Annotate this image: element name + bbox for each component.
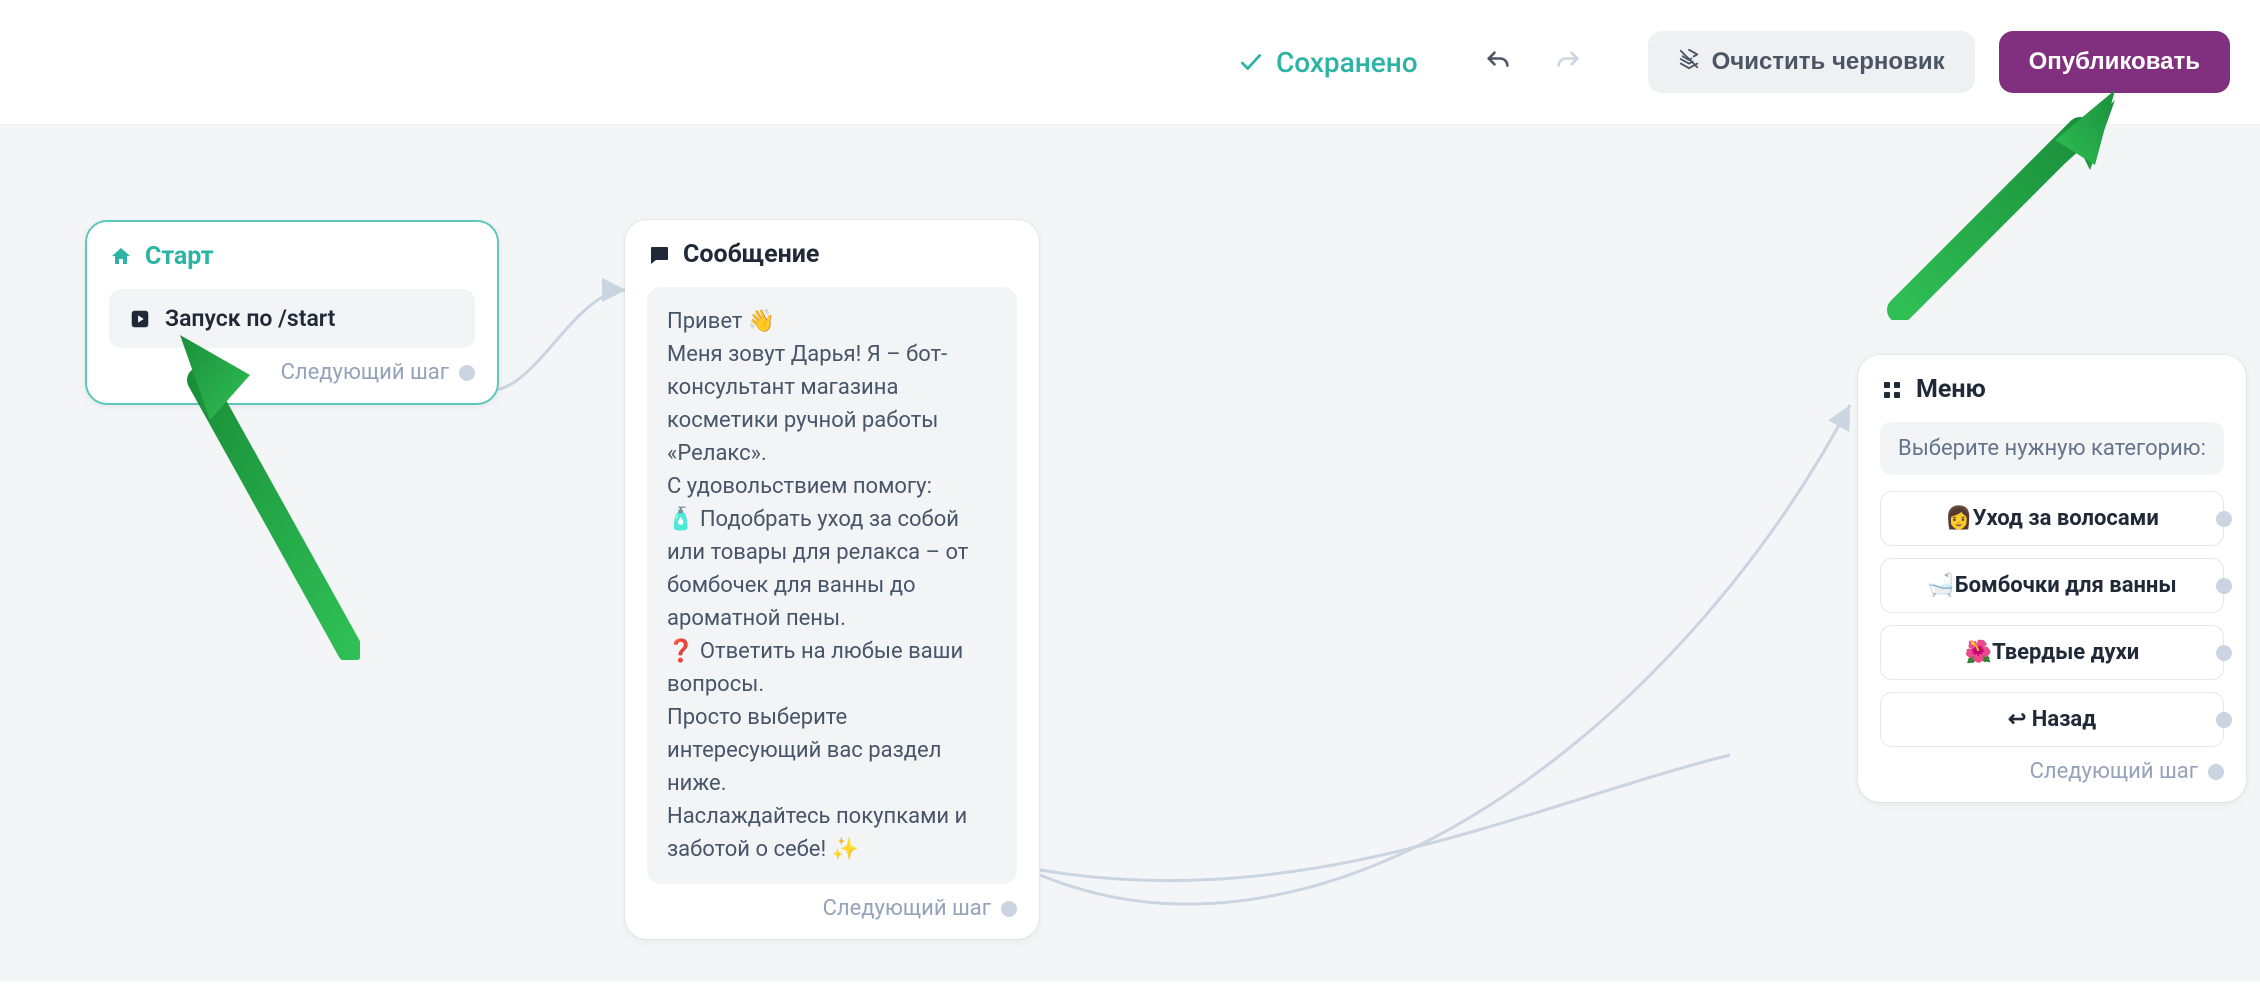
message-next-step-label: Следующий шаг: [823, 896, 991, 921]
publish-button[interactable]: Опубликовать: [1999, 31, 2230, 93]
topbar: Сохранено Очистить черновик: [0, 0, 2260, 125]
grid-icon: [1880, 378, 1904, 402]
connector-dot[interactable]: [2216, 645, 2232, 661]
menu-category-prompt: Выберите нужную категорию:: [1880, 422, 2224, 475]
menu-option-label: ↩ Назад: [2008, 707, 2096, 732]
saved-label: Сохранено: [1276, 46, 1418, 79]
connector-dot[interactable]: [1001, 901, 1017, 917]
node-start[interactable]: Старт Запуск по /start Следующий шаг: [85, 220, 499, 405]
clear-draft-button[interactable]: Очистить черновик: [1648, 31, 1975, 93]
menu-option-label: 🌺Твердые духи: [1965, 640, 2140, 665]
history-controls: [1478, 42, 1588, 82]
saved-indicator: Сохранено: [1238, 46, 1418, 79]
connector-dot[interactable]: [2208, 764, 2224, 780]
flow-canvas[interactable]: Старт Запуск по /start Следующий шаг: [0, 125, 2260, 981]
clear-draft-label: Очистить черновик: [1712, 48, 1945, 76]
message-next-step[interactable]: Следующий шаг: [647, 896, 1017, 921]
home-icon: [109, 245, 133, 269]
connector-dot[interactable]: [2216, 511, 2232, 527]
redo-button[interactable]: [1548, 42, 1588, 82]
undo-button[interactable]: [1478, 42, 1518, 82]
connector-dot[interactable]: [459, 365, 475, 381]
menu-option-back[interactable]: ↩ Назад: [1880, 692, 2224, 747]
node-message-header: Сообщение: [647, 240, 1017, 269]
menu-next-step-label: Следующий шаг: [2030, 759, 2198, 784]
node-start-header: Старт: [109, 242, 475, 271]
menu-option-bath[interactable]: 🛁Бомбочки для ванны: [1880, 558, 2224, 613]
start-trigger[interactable]: Запуск по /start: [109, 289, 475, 348]
message-body[interactable]: Привет 👋 Меня зовут Дарья! Я – бот-консу…: [647, 287, 1017, 884]
connector-start-message: [486, 270, 636, 410]
start-next-step-label: Следующий шаг: [281, 360, 449, 385]
menu-option-perfume[interactable]: 🌺Твердые духи: [1880, 625, 2224, 680]
menu-option-label: 👩Уход за волосами: [1945, 506, 2159, 531]
connector-dot[interactable]: [2216, 578, 2232, 594]
node-message[interactable]: Сообщение Привет 👋 Меня зовут Дарья! Я –…: [625, 220, 1039, 939]
layers-off-icon: [1678, 48, 1700, 77]
start-next-step[interactable]: Следующий шаг: [109, 360, 475, 385]
menu-option-label: 🛁Бомбочки для ванны: [1927, 573, 2176, 598]
check-icon: [1238, 49, 1264, 75]
node-menu-header: Меню: [1880, 375, 2224, 404]
node-start-title: Старт: [145, 242, 213, 271]
chat-icon: [647, 243, 671, 267]
menu-option-hair[interactable]: 👩Уход за волосами: [1880, 491, 2224, 546]
node-menu-title: Меню: [1916, 375, 1986, 404]
menu-next-step[interactable]: Следующий шаг: [1880, 759, 2224, 784]
node-message-title: Сообщение: [683, 240, 819, 269]
node-menu[interactable]: Меню Выберите нужную категорию: 👩Уход за…: [1858, 355, 2246, 802]
connector-dot[interactable]: [2216, 712, 2232, 728]
publish-label: Опубликовать: [2029, 48, 2200, 76]
connector-message-menu: [1030, 375, 1880, 995]
start-trigger-label: Запуск по /start: [165, 305, 335, 332]
play-icon: [129, 308, 151, 330]
